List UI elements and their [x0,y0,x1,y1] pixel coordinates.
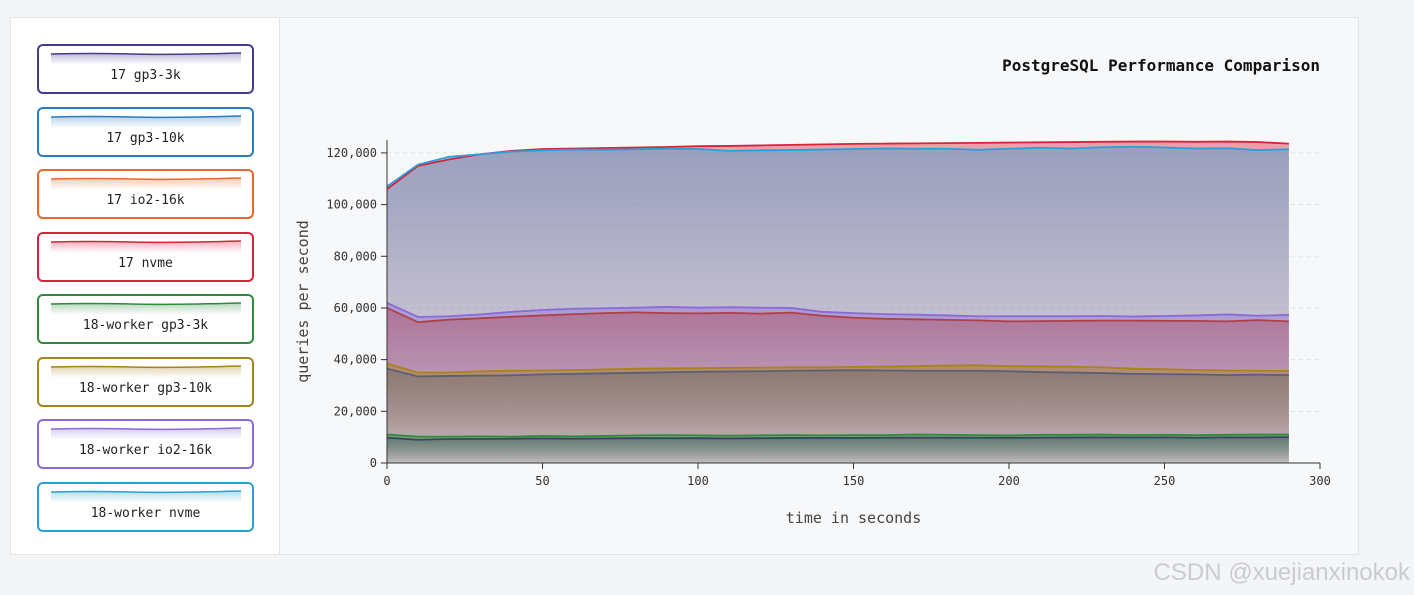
y-tick-label: 60,000 [334,301,377,315]
legend-swatch [51,52,241,65]
y-tick-label: 80,000 [334,249,377,263]
legend-sidebar: 17 gp3-3k 17 gp3-10k 17 io2-16k 17 nvme 18-w… [11,18,280,554]
legend-swatch [51,177,241,190]
legend-label: 18-worker gp3-3k [82,318,209,333]
y-tick-label: 20,000 [334,404,377,418]
x-tick-label: 50 [535,474,549,488]
legend-label: 18-worker io2-16k [78,443,213,458]
legend-label: 17 io2-16k [106,193,185,208]
legend-item[interactable]: 17 gp3-3k [37,44,254,94]
chart-area: PostgreSQL Performance Comparison 0 20,000… [280,18,1358,554]
legend-swatch [51,427,241,440]
legend-swatch [51,302,241,315]
legend-label: 18-worker nvme [90,505,201,521]
legend-label: 18-worker gp3-10k [78,380,213,396]
legend-label: 17 gp3-10k [106,130,185,146]
x-tick-label: 200 [998,474,1020,488]
y-tick-label: 100,000 [326,198,377,212]
x-tick-label: 150 [843,474,865,488]
x-tick-label: 250 [1154,474,1176,488]
legend-item[interactable]: 17 nvme [37,231,254,282]
chart-panel: 17 gp3-3k 17 gp3-10k 17 io2-16k 17 nvme 18-w… [10,17,1359,555]
legend-label: 17 gp3-3k [110,68,181,83]
y-tick-label: 40,000 [334,353,377,367]
legend-swatch [51,489,241,503]
x-tick-label: 100 [687,474,709,488]
legend-item[interactable]: 17 gp3-10k [37,106,254,157]
watermark: CSDN @xuejianxinokok [1153,559,1410,586]
chart-title: PostgreSQL Performance Comparison [1002,56,1320,75]
x-tick-label: 0 [383,474,390,488]
y-tick-label: 0 [370,456,377,470]
legend-item[interactable]: 17 io2-16k [37,169,254,219]
legend-item[interactable]: 18-worker nvme [37,481,254,532]
y-axis-label: queries per second [294,220,312,383]
legend-swatch [51,114,241,128]
legend-swatch [51,239,241,253]
legend-item[interactable]: 18-worker gp3-10k [37,356,254,407]
legend-item[interactable]: 18-worker gp3-3k [37,294,254,344]
x-tick-label: 300 [1309,474,1331,488]
legend-item[interactable]: 18-worker io2-16k [37,419,254,469]
y-tick-label: 120,000 [326,146,377,160]
series-area [387,437,1289,463]
x-axis-label: time in seconds [786,509,921,527]
legend-label: 17 nvme [118,255,173,271]
area-chart: PostgreSQL Performance Comparison 0 20,000… [294,56,1331,527]
legend-swatch [51,364,241,378]
